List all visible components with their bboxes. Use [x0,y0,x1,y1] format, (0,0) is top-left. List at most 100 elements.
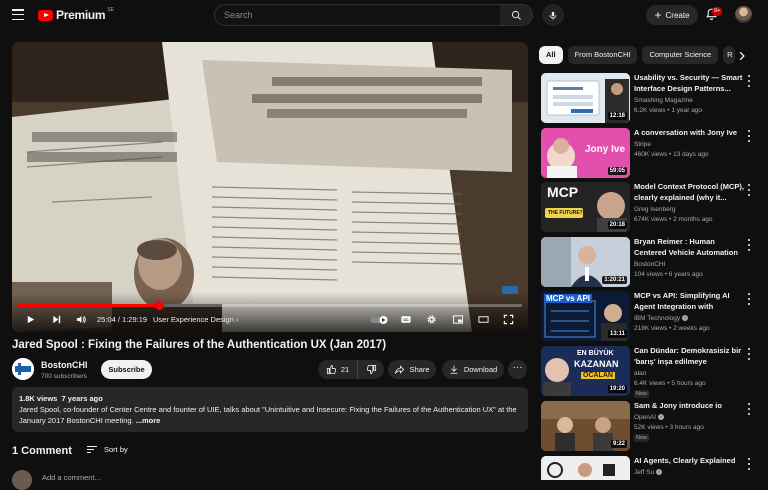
create-button[interactable]: + Create [646,5,698,25]
like-count: 21 [340,365,350,374]
video-thumbnail: 12:18 [541,73,630,123]
commenter-avatar [12,470,32,490]
more-vertical-icon[interactable] [745,402,753,416]
video-thumbnail: Jony Ive 59:05 [541,128,630,178]
recommendation-meta: 6.4K views • 5 hours ago [634,380,706,387]
recommendation-channel: Smashing Magazine [634,97,693,104]
share-arrow-icon [395,365,405,374]
recommendation-title: Usability vs. Security — Smart Interface… [634,73,743,93]
recommendation-item[interactable]: EN BÜYÜK KAZANAN OCALAN 19:20 Can Dündar… [539,346,759,398]
search-button[interactable] [500,4,533,26]
channel-name[interactable]: BostonCHI [41,360,88,370]
search-input[interactable]: Search [214,4,501,26]
download-button[interactable]: Download [442,360,504,379]
like-button[interactable]: 21 [318,360,358,379]
recommendation-item[interactable]: Jony Ive 59:05 A conversation with Jony … [539,128,759,180]
video-duration: 1:20:21 [602,276,627,284]
subscribe-button[interactable]: Subscribe [101,360,152,379]
more-vertical-icon[interactable] [745,292,753,306]
more-vertical-icon[interactable] [745,457,753,471]
recommendation-channel: Greg Isenberg [634,206,676,213]
video-frame [12,42,528,332]
recommendation-title: Can Dündar: Demokrasisiz bir 'barış' inş… [634,346,742,366]
fullscreen-icon[interactable] [503,314,514,325]
autoplay-toggle[interactable] [370,315,390,325]
more-actions-button[interactable]: ··· [508,360,527,379]
thumbnail-text-2: KAZANAN [574,359,619,369]
notification-badge: 9+ [712,7,723,16]
sort-comments-button[interactable]: Sort by [86,445,128,454]
create-label: Create [665,10,690,20]
video-thumbnail: 9:22 [541,401,630,451]
thumbnail-text-1: EN BÜYÜK [577,350,614,357]
account-avatar[interactable] [735,6,752,23]
video-duration: 59:05 [607,167,627,175]
play-icon[interactable] [25,314,36,325]
seek-bar[interactable] [18,301,522,310]
seek-bar-handle[interactable] [154,301,164,310]
recommendation-title: MCP vs API: Simplifying AI Agent Integra… [634,291,730,311]
video-duration: 9:22 [610,440,627,448]
recommendation-item[interactable]: MCP vs API 13:11 MCP vs API: Simplifying… [539,291,759,343]
verified-check-icon: ✓ [682,315,689,322]
description-body: Jared Spool, co-founder of Center Centre… [19,405,517,425]
more-vertical-icon[interactable] [745,74,753,88]
new-badge: New [634,434,650,442]
recommendation-title: AI Agents, Clearly Explained [634,456,736,465]
channel-name: IBM Technology [634,315,681,322]
logo-text: Premium [56,8,106,22]
description-more-link[interactable]: ...more [136,416,161,425]
settings-gear-icon[interactable] [426,314,437,325]
recommendation-item[interactable]: 12:18 Usability vs. Security — Smart Int… [539,73,759,125]
theater-mode-icon[interactable] [477,314,490,325]
sort-label: Sort by [104,445,128,454]
seek-bar-played [18,304,160,307]
logo-country: SE [107,7,114,13]
recommendation-channel: OpenAI ✓ [634,414,665,421]
verified-check-icon: ✓ [658,414,665,421]
more-vertical-icon[interactable] [745,129,753,143]
recommendation-channel: IBM Technology ✓ [634,315,689,322]
add-comment-input[interactable]: Add a comment... [42,473,101,482]
chevron-right-icon: › [235,315,239,324]
video-player[interactable] [12,42,528,332]
video-duration: 19:20 [607,385,627,393]
chip-all[interactable]: All [539,46,563,64]
voice-search-button[interactable] [542,4,564,26]
recommendation-item[interactable]: 9:22 Sam & Jony introduce io OpenAI ✓ 52K… [539,401,759,453]
chip-from-bostonchi[interactable]: From BostonCHI [567,46,638,64]
time-display: 25:04 / 1:29:19 [97,315,147,324]
description-box[interactable]: 1.8K views 7 years ago Jared Spool, co-f… [12,387,528,432]
next-icon[interactable] [51,314,62,325]
recommendation-item[interactable]: MCP THE FUTURE? 20:18 Model Context Prot… [539,182,759,234]
bostonchi-logo-icon [12,358,34,380]
more-vertical-icon[interactable] [745,238,753,252]
recommendation-meta: 218K views • 2 weeks ago [634,325,710,332]
chips-next-button[interactable] [734,48,750,64]
recommendation-title: Sam & Jony introduce io [634,401,722,410]
subtitles-icon[interactable]: CC [400,314,412,325]
thumbnail-text: MCP vs API [544,294,593,303]
recommendation-item[interactable]: AI Agents, Clearly Explained Jeff Su ✓ [539,456,759,480]
chapter-button[interactable]: User Experience Design › [153,315,238,324]
miniplayer-icon[interactable] [452,314,464,325]
dislike-button[interactable] [358,364,384,375]
chip-computer-science[interactable]: Computer Science [642,46,719,64]
hamburger-menu-icon[interactable] [12,9,24,20]
chevron-right-icon [739,51,745,61]
recommendation-meta: 6.2K views • 1 year ago [634,107,703,114]
verified-check-icon: ✓ [656,469,663,476]
volume-icon[interactable] [75,314,87,325]
top-bar: Premium SE Search + Create 9+ [0,0,768,30]
current-time: 25:04 [97,315,116,324]
share-button[interactable]: Share [388,360,436,379]
youtube-premium-logo[interactable]: Premium SE [38,7,114,22]
more-vertical-icon[interactable] [745,183,753,197]
comments-heading: 1 Comment [12,445,72,457]
recommendation-meta: 674K views • 2 months ago [634,216,713,223]
recommendation-item[interactable]: 1:20:21 Bryan Reimer : Human Centered Ve… [539,237,759,289]
channel-avatar[interactable] [12,358,34,380]
thumbnail-text: MCP [547,184,579,200]
more-vertical-icon[interactable] [745,347,753,361]
upload-age: 7 years ago [61,394,103,403]
